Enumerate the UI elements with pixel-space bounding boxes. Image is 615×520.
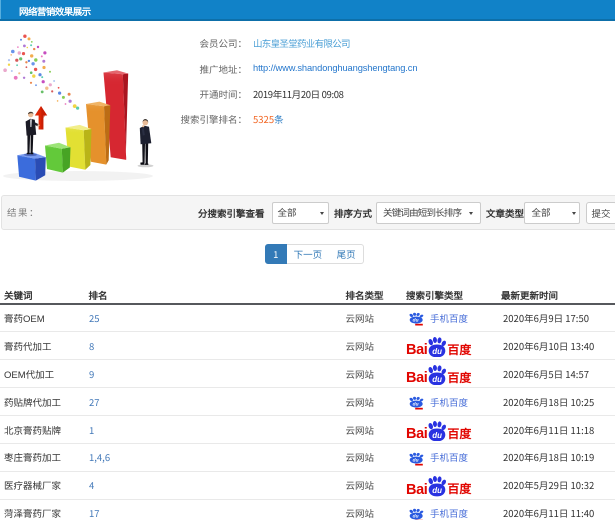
svg-text:du: du <box>432 347 442 356</box>
svg-text:du: du <box>432 487 442 496</box>
svg-text:du: du <box>413 401 419 407</box>
svg-text:du: du <box>413 318 419 324</box>
svg-text:du: du <box>432 431 442 440</box>
svg-text:du: du <box>432 375 442 384</box>
svg-text:du: du <box>413 457 419 463</box>
svg-text:du: du <box>413 513 419 519</box>
